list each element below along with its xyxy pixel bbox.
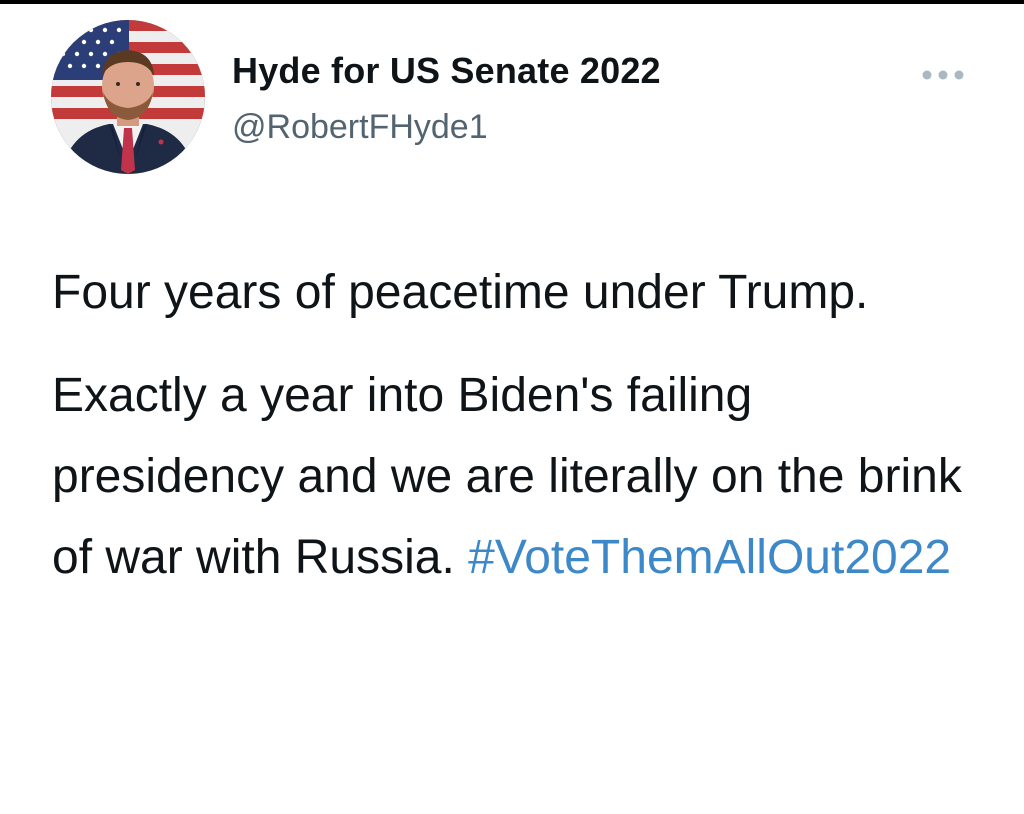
tweet-paragraph-2: Exactly a year into Biden's failing pres… <box>52 355 992 598</box>
tweet-card: Hyde for US Senate 2022 @RobertFHyde1 Fo… <box>0 0 1024 814</box>
author-avatar[interactable] <box>51 20 205 174</box>
more-options-button[interactable] <box>918 60 968 90</box>
author-handle[interactable]: @RobertFHyde1 <box>232 108 488 147</box>
more-horizontal-icon <box>922 70 964 80</box>
tweet-body: Four years of peacetime under Trump. Exa… <box>52 252 992 598</box>
hashtag-link[interactable]: #VoteThemAllOut2022 <box>468 531 951 584</box>
tweet-paragraph-1: Four years of peacetime under Trump. <box>52 266 869 319</box>
profile-photo-icon <box>51 20 205 174</box>
author-display-name[interactable]: Hyde for US Senate 2022 <box>232 50 661 92</box>
